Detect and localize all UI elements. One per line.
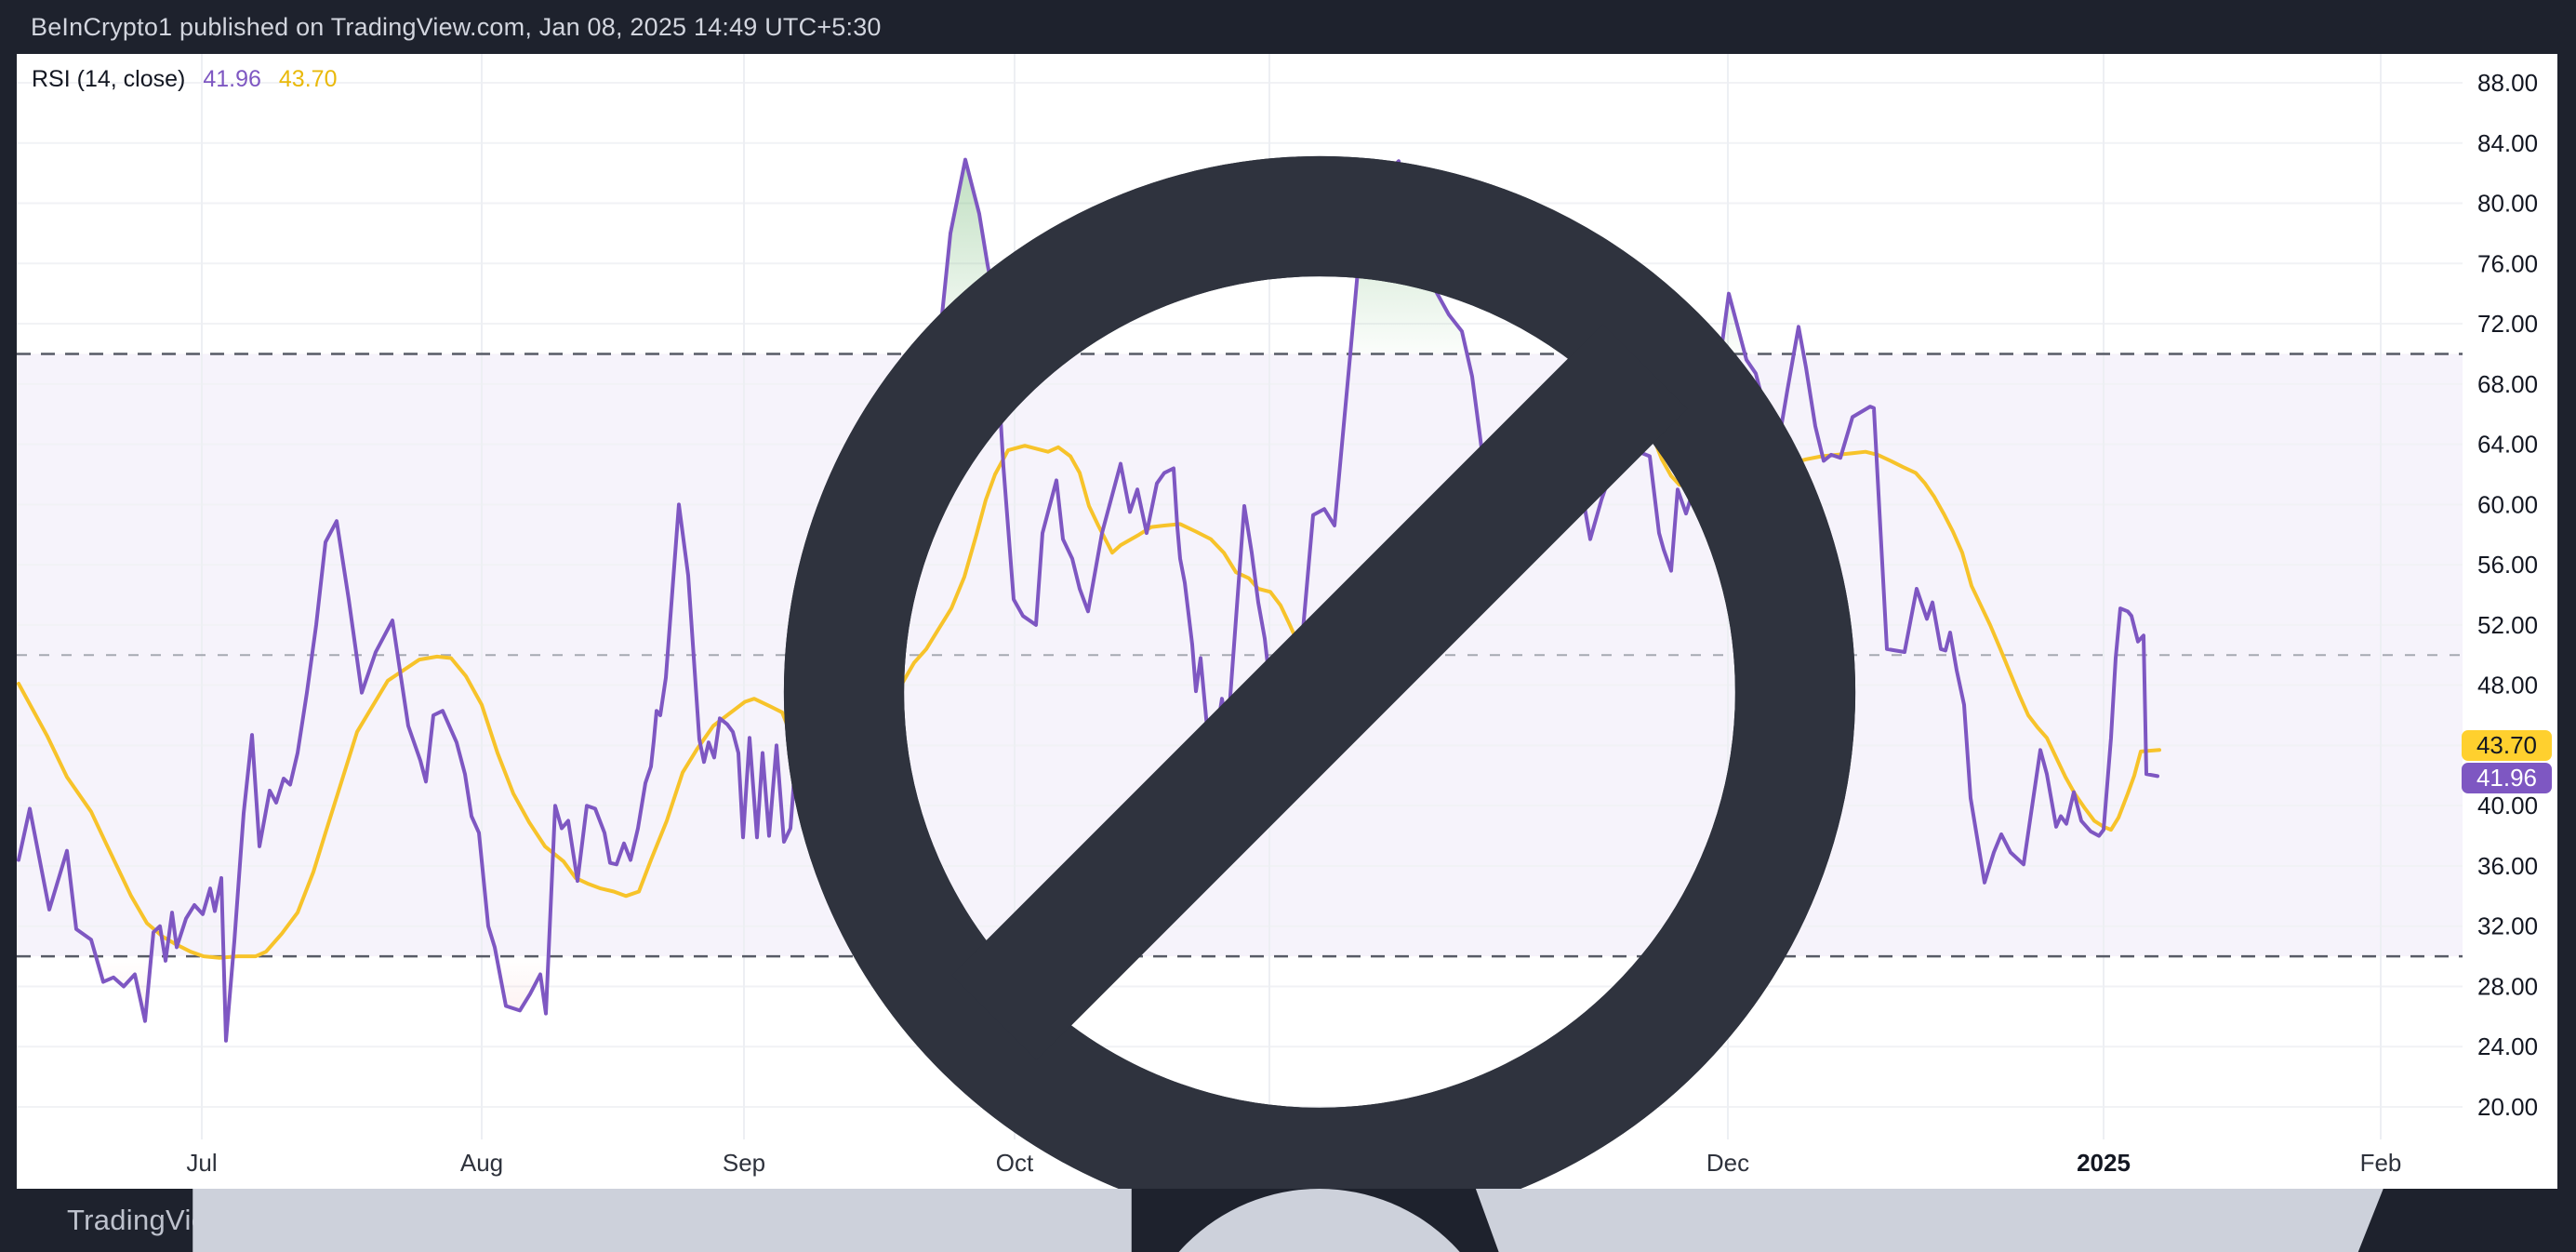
footer-bar: TradingView bbox=[0, 1189, 2576, 1252]
rsi-price-badge: 41.96 bbox=[2462, 763, 2552, 793]
publication-title: BeInCrypto1 published on TradingView.com… bbox=[31, 13, 882, 42]
time-scale[interactable] bbox=[17, 1139, 2463, 1189]
ma-price-badge: 43.70 bbox=[2462, 730, 2552, 761]
indicator-legend: RSI (14, close) 41.96 43.70 bbox=[32, 66, 415, 93]
publication-header: BeInCrypto1 published on TradingView.com… bbox=[0, 0, 2576, 54]
published-rsi-chart-page: 88.0084.0080.0076.0072.0068.0064.0060.00… bbox=[0, 0, 2576, 1252]
price-scale[interactable] bbox=[2463, 54, 2557, 1139]
hidden-slash-icon[interactable] bbox=[392, 68, 415, 91]
legend-icons bbox=[356, 68, 415, 91]
